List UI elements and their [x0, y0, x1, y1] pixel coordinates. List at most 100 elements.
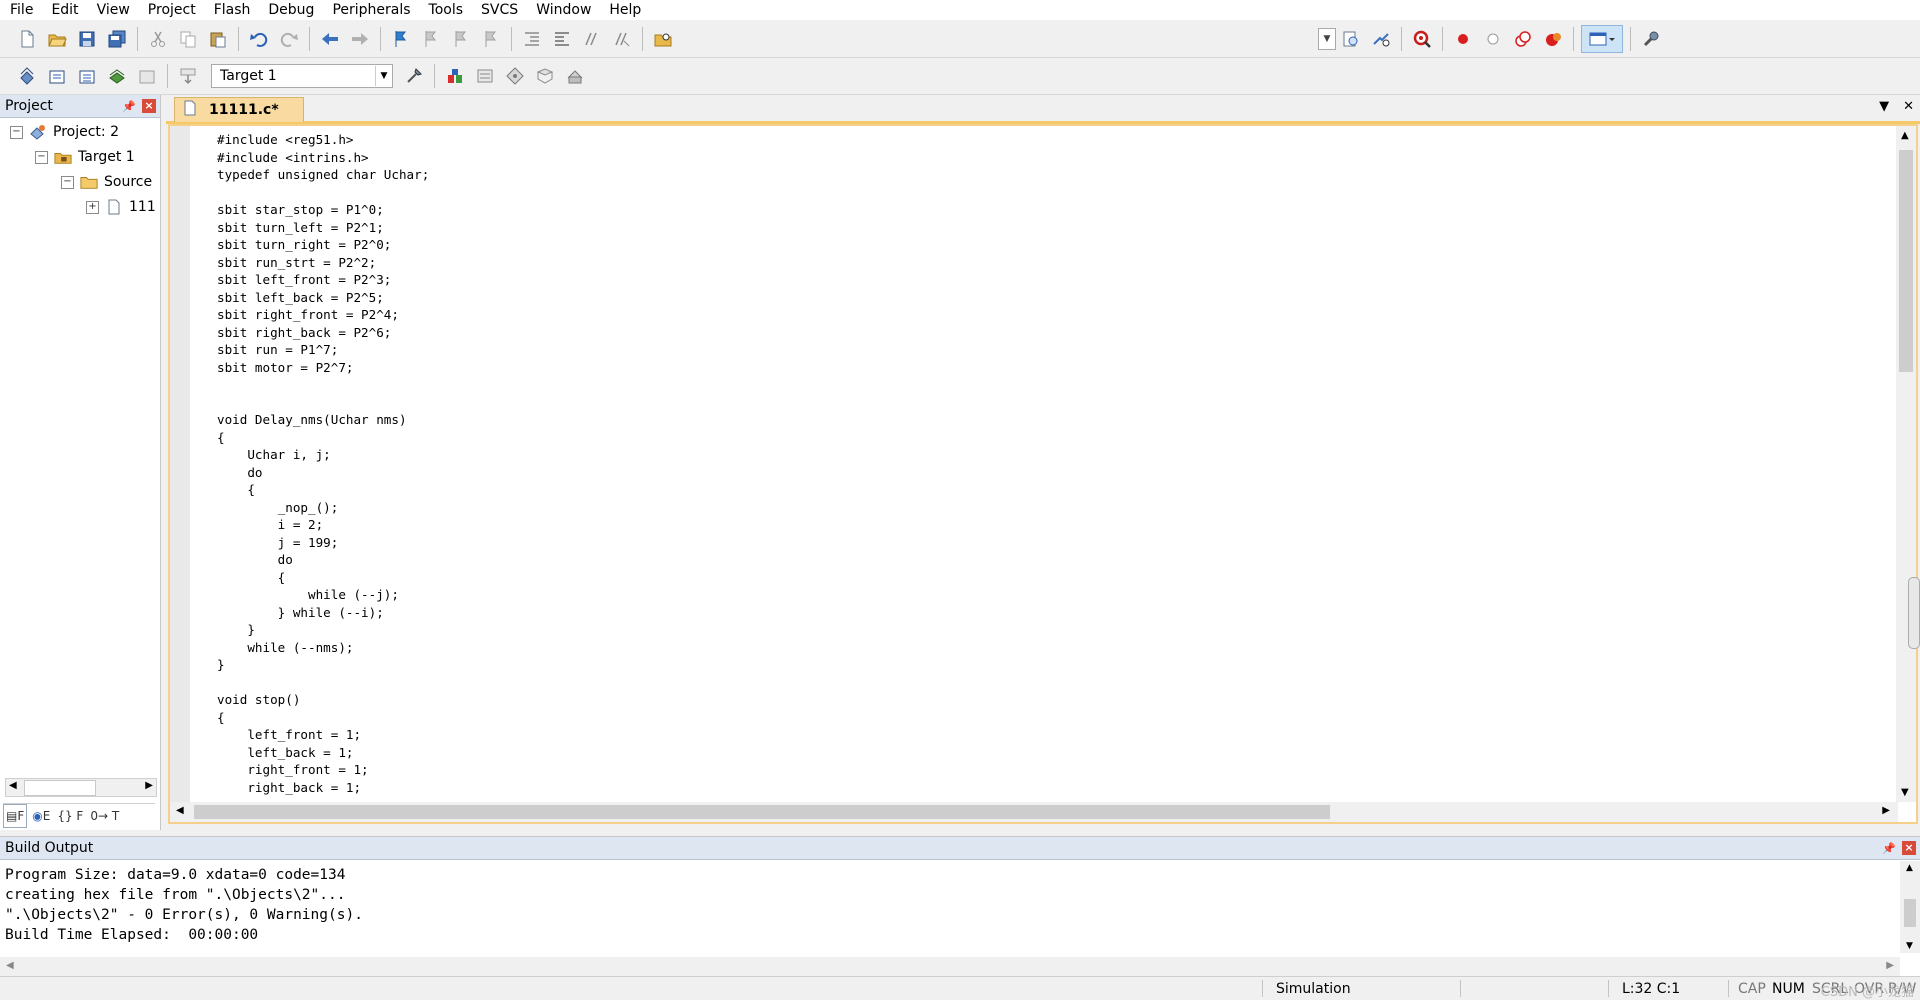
- paste-icon[interactable]: [205, 26, 231, 52]
- tree-toggle[interactable]: +: [86, 200, 99, 214]
- next-bookmark-icon[interactable]: [448, 26, 474, 52]
- cut-icon[interactable]: [145, 26, 171, 52]
- disable-all-breakpoints-icon[interactable]: [1510, 26, 1536, 52]
- save-all-icon[interactable]: [104, 26, 130, 52]
- pack-installer-icon[interactable]: [532, 63, 558, 89]
- menu-view[interactable]: View: [88, 0, 139, 20]
- scroll-thumb[interactable]: [24, 780, 96, 796]
- build-output-header: Build Output 📌 ×: [0, 837, 1920, 860]
- bookmark-icon[interactable]: [388, 26, 414, 52]
- find-in-files-icon[interactable]: [650, 26, 676, 52]
- close-icon[interactable]: ×: [1902, 841, 1916, 855]
- editor-vertical-scrollbar[interactable]: ▲ ▼: [1896, 126, 1916, 802]
- editor-tab-file[interactable]: 11111.c*: [174, 97, 304, 122]
- configure-icon[interactable]: [1638, 26, 1664, 52]
- scroll-left-icon[interactable]: ◀: [6, 960, 14, 971]
- editor-horizontal-scrollbar[interactable]: ◀ ▶: [170, 802, 1898, 822]
- tree-toggle[interactable]: −: [61, 175, 74, 189]
- target-options-icon[interactable]: [401, 63, 427, 89]
- chevron-down-icon[interactable]: ▼: [375, 66, 392, 86]
- tree-item-target[interactable]: − Target 1: [35, 146, 135, 168]
- menu-window[interactable]: Window: [527, 0, 600, 20]
- disable-breakpoint-icon[interactable]: [1480, 26, 1506, 52]
- stop-build-icon[interactable]: [134, 63, 160, 89]
- close-tab-icon[interactable]: ✕: [1903, 99, 1914, 114]
- window-layout-icon[interactable]: [1581, 25, 1623, 53]
- scroll-down-icon[interactable]: ▼: [1901, 787, 1909, 798]
- scroll-left-icon[interactable]: ◀: [176, 805, 184, 816]
- menu-flash[interactable]: Flash: [205, 0, 260, 20]
- menu-file[interactable]: File: [0, 0, 42, 20]
- software-packs-icon[interactable]: [562, 63, 588, 89]
- tree-item-project[interactable]: − Project: 2: [10, 121, 119, 143]
- open-file-icon[interactable]: [44, 26, 70, 52]
- tab-project[interactable]: ▤ F: [3, 804, 28, 828]
- build-horizontal-scrollbar[interactable]: ◀ ▶: [0, 957, 1900, 977]
- status-cursor-position: L:32 C:1: [1622, 981, 1681, 997]
- debug-session-icon[interactable]: [1409, 26, 1435, 52]
- find-icon[interactable]: [1338, 26, 1364, 52]
- save-icon[interactable]: [74, 26, 100, 52]
- close-icon[interactable]: ×: [142, 99, 156, 113]
- undo-icon[interactable]: [246, 26, 272, 52]
- comment-icon[interactable]: [579, 26, 605, 52]
- build-vertical-scrollbar[interactable]: ▲ ▼: [1900, 861, 1920, 953]
- scroll-thumb[interactable]: [194, 805, 1330, 819]
- menu-help[interactable]: Help: [600, 0, 650, 20]
- kill-all-breakpoints-icon[interactable]: [1540, 26, 1566, 52]
- build-icon[interactable]: [44, 63, 70, 89]
- download-icon[interactable]: [175, 63, 201, 89]
- tab-books[interactable]: ◉ E: [30, 805, 52, 827]
- rebuild-icon[interactable]: [74, 63, 100, 89]
- batch-build-icon[interactable]: [104, 63, 130, 89]
- scroll-right-icon[interactable]: ▶: [1882, 805, 1890, 816]
- redo-icon[interactable]: [276, 26, 302, 52]
- new-file-icon[interactable]: [14, 26, 40, 52]
- scroll-up-icon[interactable]: ▲: [1901, 130, 1909, 141]
- find-combo-dropdown[interactable]: ▼: [1318, 28, 1336, 50]
- target-select[interactable]: Target 1 ▼: [211, 64, 393, 88]
- insert-breakpoint-icon[interactable]: [1450, 26, 1476, 52]
- menu-tools[interactable]: Tools: [420, 0, 473, 20]
- project-horizontal-scrollbar[interactable]: ◀ ▶: [5, 778, 157, 797]
- tab-list-dropdown-icon[interactable]: ▼: [1879, 99, 1889, 114]
- scroll-right-icon[interactable]: ▶: [1886, 960, 1894, 971]
- menu-debug[interactable]: Debug: [259, 0, 323, 20]
- translate-icon[interactable]: [14, 63, 40, 89]
- prev-bookmark-icon[interactable]: [418, 26, 444, 52]
- tree-toggle[interactable]: −: [10, 125, 23, 139]
- scroll-up-icon[interactable]: ▲: [1906, 863, 1913, 873]
- navigate-back-icon[interactable]: [317, 26, 343, 52]
- pin-icon[interactable]: 📌: [1882, 842, 1896, 855]
- unindent-icon[interactable]: [549, 26, 575, 52]
- scroll-thumb[interactable]: [1904, 899, 1916, 927]
- scroll-thumb[interactable]: [1899, 150, 1913, 372]
- scroll-down-icon[interactable]: ▼: [1906, 941, 1913, 951]
- menu-edit[interactable]: Edit: [42, 0, 87, 20]
- incremental-find-icon[interactable]: [1368, 26, 1394, 52]
- menu-svcs[interactable]: SVCS: [472, 0, 527, 20]
- clear-bookmarks-icon[interactable]: [478, 26, 504, 52]
- scroll-left-icon[interactable]: ◀: [9, 780, 17, 791]
- pin-icon[interactable]: 📌: [122, 100, 136, 113]
- splitter-grip[interactable]: [1908, 577, 1920, 649]
- code-text[interactable]: #include <reg51.h> #include <intrins.h> …: [217, 131, 1897, 799]
- navigate-forward-icon[interactable]: [347, 26, 373, 52]
- menu-project[interactable]: Project: [139, 0, 205, 20]
- tree-toggle[interactable]: −: [35, 150, 48, 164]
- code-editor[interactable]: #include <reg51.h> #include <intrins.h> …: [168, 124, 1918, 824]
- scroll-right-icon[interactable]: ▶: [145, 780, 153, 791]
- editor-gutter[interactable]: [170, 126, 190, 802]
- menu-peripherals[interactable]: Peripherals: [323, 0, 419, 20]
- uncomment-icon[interactable]: [609, 26, 635, 52]
- indent-icon[interactable]: [519, 26, 545, 52]
- tree-item-file[interactable]: + 111: [86, 196, 156, 218]
- copy-icon[interactable]: [175, 26, 201, 52]
- tab-templates[interactable]: 0→ T: [88, 805, 121, 827]
- build-output-text[interactable]: Program Size: data=9.0 xdata=0 code=134 c…: [5, 865, 363, 945]
- tree-item-source[interactable]: − Source: [61, 171, 152, 193]
- tab-functions[interactable]: {} F: [55, 805, 85, 827]
- manage-project-items-icon[interactable]: [442, 63, 468, 89]
- manage-rte-icon[interactable]: [502, 63, 528, 89]
- select-packs-icon[interactable]: [472, 63, 498, 89]
